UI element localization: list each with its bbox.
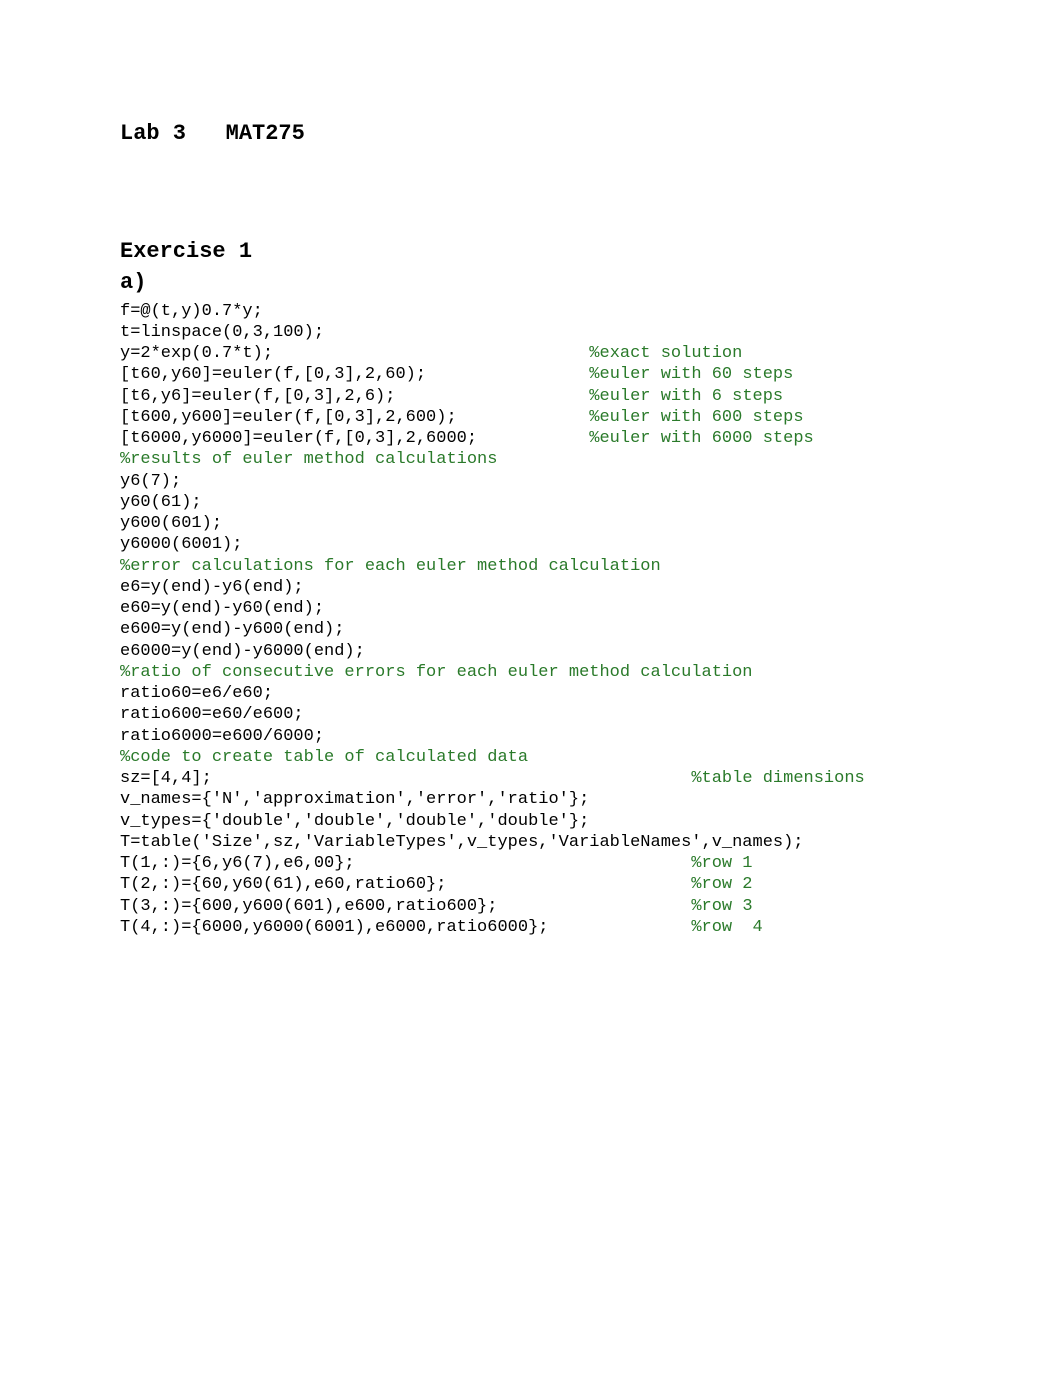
code-comment: %row 1 [691, 854, 752, 873]
code-text: e6=y(end)-y6(end); [120, 578, 304, 597]
code-text: T(2,:)={60,y60(61),e60,ratio60}; [120, 875, 446, 894]
code-text: y600(601); [120, 514, 222, 533]
code-comment: %results of euler method calculations [120, 450, 497, 469]
code-comment: %code to create table of calculated data [120, 748, 528, 767]
document-page: Lab 3 MAT275 Exercise 1 a) f=@(t,y)0.7*y… [0, 0, 1062, 1377]
page-title: Lab 3 MAT275 [120, 120, 942, 148]
code-text: T(4,:)={6000,y6000(6001),e6000,ratio6000… [120, 918, 548, 937]
code-text: t=linspace(0,3,100); [120, 323, 324, 342]
subsection-heading: a) [120, 269, 942, 297]
code-comment: %ratio of consecutive errors for each eu… [120, 663, 753, 682]
code-text: y6(7); [120, 472, 181, 491]
code-text: e6000=y(end)-y6000(end); [120, 642, 365, 661]
code-text: ratio6000=e600/6000; [120, 727, 324, 746]
code-text: [t600,y600]=euler(f,[0,3],2,600); [120, 408, 457, 427]
code-comment: %row 4 [691, 918, 762, 937]
code-block: f=@(t,y)0.7*y; t=linspace(0,3,100); y=2*… [120, 301, 942, 939]
code-comment: %euler with 600 steps [589, 408, 803, 427]
code-text: y=2*exp(0.7*t); [120, 344, 273, 363]
code-text: v_types={'double','double','double','dou… [120, 812, 589, 831]
code-comment: %row 2 [691, 875, 752, 894]
code-text: v_names={'N','approximation','error','ra… [120, 790, 589, 809]
code-text: e60=y(end)-y60(end); [120, 599, 324, 618]
code-text: f=@(t,y)0.7*y; [120, 302, 263, 321]
code-text: e600=y(end)-y600(end); [120, 620, 344, 639]
exercise-heading: Exercise 1 [120, 238, 942, 266]
code-text: ratio60=e6/e60; [120, 684, 273, 703]
code-comment: %euler with 60 steps [589, 365, 793, 384]
code-text: sz=[4,4]; [120, 769, 212, 788]
code-comment: %table dimensions [691, 769, 864, 788]
code-text: [t6,y6]=euler(f,[0,3],2,6); [120, 387, 395, 406]
code-text: [t6000,y6000]=euler(f,[0,3],2,6000; [120, 429, 477, 448]
code-comment: %error calculations for each euler metho… [120, 557, 661, 576]
code-comment: %row 3 [691, 897, 752, 916]
code-text: y6000(6001); [120, 535, 242, 554]
code-comment: %exact solution [589, 344, 742, 363]
code-text: [t60,y60]=euler(f,[0,3],2,60); [120, 365, 426, 384]
code-text: ratio600=e60/e600; [120, 705, 304, 724]
code-comment: %euler with 6000 steps [589, 429, 813, 448]
code-text: y60(61); [120, 493, 202, 512]
code-comment: %euler with 6 steps [589, 387, 783, 406]
code-text: T=table('Size',sz,'VariableTypes',v_type… [120, 833, 804, 852]
code-text: T(1,:)={6,y6(7),e6,00}; [120, 854, 355, 873]
code-text: T(3,:)={600,y600(601),e600,ratio600}; [120, 897, 497, 916]
